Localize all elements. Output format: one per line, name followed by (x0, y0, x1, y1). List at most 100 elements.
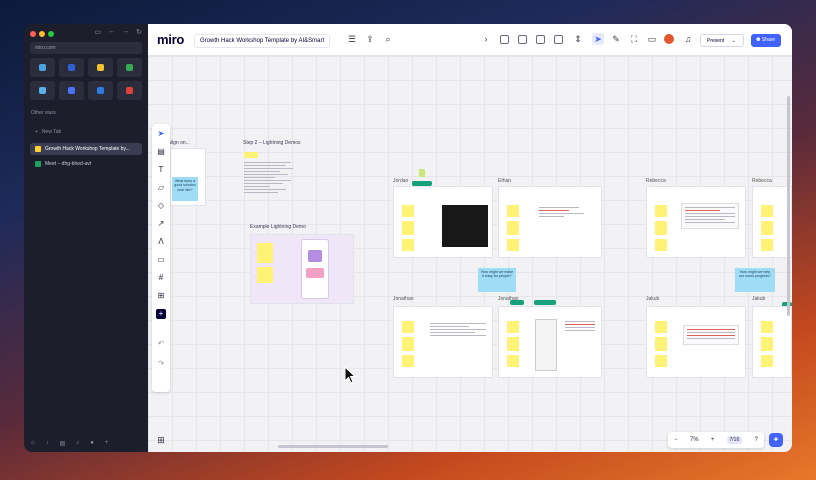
demo-frame-jakub-2[interactable] (752, 306, 792, 378)
favorite-tile[interactable] (59, 58, 84, 77)
favorite-tile[interactable] (88, 81, 113, 100)
other-stars-label: Other stars (31, 110, 56, 116)
export-icon[interactable]: ⇪ (364, 33, 376, 45)
sidebar-toggle-icon[interactable]: ▭ (95, 28, 102, 36)
tab-growth-hack[interactable]: Growth Hack Workshop Template by... (30, 143, 142, 155)
step2-sticky[interactable] (244, 152, 258, 158)
demo-frame-rebecca[interactable] (646, 186, 746, 258)
step2-instructions (244, 162, 296, 195)
hmw-note[interactable]: How might we make it easy for people? (478, 268, 516, 292)
vertical-scrollbar[interactable] (787, 96, 790, 316)
ai-assist-icon[interactable]: ✦ (769, 433, 783, 447)
reload-icon[interactable]: ↻ (136, 28, 142, 36)
sidebar-bottom-bar: ⌂ ↓ ▤ ♪ ● + (31, 440, 143, 447)
downloads-icon[interactable]: ↓ (46, 440, 49, 447)
templates-icon[interactable] (554, 35, 563, 44)
miro-favicon-icon (35, 146, 41, 152)
tab-meet[interactable]: Meet – dhg-bhed-avt (30, 158, 142, 170)
frames-icon[interactable]: ⛶ (628, 33, 640, 45)
library-icon[interactable]: ▤ (60, 440, 66, 447)
new-tab-button[interactable]: + New Tab (30, 126, 142, 138)
templates-icon[interactable]: ▤ (156, 147, 166, 157)
zoom-in-icon[interactable]: + (711, 437, 715, 443)
sticky-note-icon[interactable]: ▱ (156, 183, 166, 193)
pen-icon[interactable]: Λ (156, 237, 166, 247)
zoom-level[interactable]: 7% (690, 437, 699, 443)
minimize-window-button[interactable] (39, 31, 45, 37)
share-button[interactable]: ⚉ Share (751, 34, 781, 47)
favorite-tile[interactable] (30, 58, 55, 77)
share-user-icon: ⚉ (756, 37, 761, 43)
cursor-mode-icon[interactable]: ➤ (592, 33, 604, 45)
undo-icon[interactable]: ↶ (156, 339, 166, 349)
person-label: Jordan (393, 178, 409, 184)
redo-icon[interactable]: ↷ (156, 359, 166, 369)
present-button[interactable]: Present ⌄ (700, 34, 744, 47)
frame-icon[interactable]: # (156, 273, 166, 283)
more-icon[interactable]: ⇕ (572, 33, 584, 45)
person-label: Ethan (498, 178, 512, 184)
demo-frame-jonathan-2[interactable] (498, 306, 602, 378)
hmw-note[interactable]: How might we help our users progress? (735, 268, 775, 292)
browser-sidebar: ▭ ← → ↻ miro.com Other stars + New Tab G… (24, 24, 148, 452)
avatar[interactable] (664, 34, 674, 44)
menu-icon[interactable]: ☰ (346, 33, 358, 45)
meet-favicon-icon (35, 161, 41, 167)
favorite-tile[interactable] (117, 58, 142, 77)
comments-icon[interactable]: ▭ (646, 33, 658, 45)
board-overview-icon[interactable]: ⊞ (155, 434, 167, 446)
favorite-tile[interactable] (59, 81, 84, 100)
favorite-tile[interactable] (30, 81, 55, 100)
voting-icon[interactable] (518, 35, 527, 44)
example-demo-frame[interactable] (250, 234, 354, 304)
add-more-icon[interactable]: + (156, 309, 166, 319)
step1-question-note[interactable]: What does a good solution look like? (172, 177, 198, 201)
demo-frame-ethan[interactable] (498, 186, 602, 258)
pinned-app-7-icon (97, 87, 104, 94)
tab-label: Growth Hack Workshop Template by... (45, 146, 130, 152)
zoom-out-icon[interactable]: − (674, 437, 678, 443)
horizontal-scrollbar[interactable] (278, 445, 388, 448)
new-tab-label: New Tab (41, 129, 62, 135)
pinned-app-4-icon (126, 64, 133, 71)
search-icon[interactable]: ⌕ (382, 33, 394, 45)
forward-icon[interactable]: → (122, 28, 129, 36)
comment-icon[interactable]: ▭ (156, 255, 166, 265)
url-bar[interactable]: miro.com (30, 42, 142, 54)
collapse-chevron-icon[interactable]: › (480, 33, 492, 45)
archive-icon[interactable]: ⌂ (31, 440, 35, 447)
text-icon[interactable]: T (156, 165, 166, 175)
creation-toolbar: ➤ ▤ T ▱ ◇ ↗ Λ ▭ # ⊞ + ↶ ↷ (152, 124, 170, 392)
notes-icon[interactable] (536, 35, 545, 44)
reaction-sticky[interactable] (419, 169, 425, 177)
help-icon[interactable]: ? (754, 437, 757, 443)
media-icon[interactable]: ♪ (76, 440, 79, 447)
demo-frame-rebecca-2[interactable] (752, 186, 792, 258)
favorite-tile[interactable] (88, 58, 113, 77)
timer-icon[interactable] (500, 35, 509, 44)
board-title[interactable]: Growth Hack Workshop Template by AI&Smar… (194, 34, 331, 48)
person-label: Rebecca (646, 178, 666, 184)
miro-logo[interactable]: miro (157, 32, 184, 47)
demo-frame-jonathan[interactable] (393, 306, 493, 378)
connector-icon[interactable]: ↗ (156, 219, 166, 229)
add-space-icon[interactable]: + (105, 440, 109, 447)
draw-icon[interactable]: ✎ (610, 33, 622, 45)
participant-counter[interactable]: 7/16 (726, 436, 743, 444)
upload-icon[interactable]: ⊞ (156, 291, 166, 301)
demo-frame-jakub[interactable] (646, 306, 746, 378)
close-window-button[interactable] (30, 31, 36, 37)
pinned-app-6-icon (68, 87, 75, 94)
shapes-icon[interactable]: ◇ (156, 201, 166, 211)
back-icon[interactable]: ← (108, 28, 115, 36)
notifications-bell-icon[interactable]: ♫ (682, 33, 694, 45)
maximize-window-button[interactable] (48, 31, 54, 37)
favorite-tile[interactable] (117, 81, 142, 100)
present-label: Present (707, 38, 725, 44)
demo-frame-jordan[interactable] (393, 186, 493, 258)
spaces-icon[interactable]: ● (90, 440, 94, 447)
section-step2-label: Step 2 – Lightning Demos (243, 140, 301, 146)
pinned-app-5-icon (39, 87, 46, 94)
select-icon[interactable]: ➤ (156, 129, 166, 139)
board-canvas[interactable]: Step 1 Align on... Step 2 – Lightning De… (148, 56, 792, 452)
